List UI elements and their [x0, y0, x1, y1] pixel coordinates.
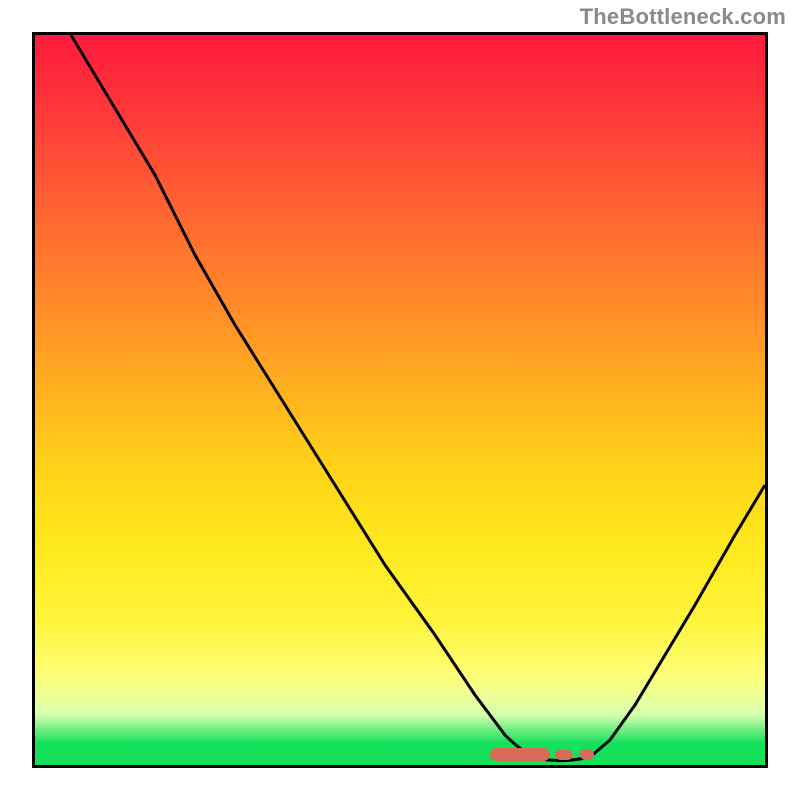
bottleneck-curve — [35, 35, 765, 765]
plot-area — [32, 32, 768, 768]
chart-frame: TheBottleneck.com — [0, 0, 800, 800]
optimal-marker-dot-2 — [580, 749, 594, 760]
optimal-marker-main — [490, 748, 550, 761]
watermark-text: TheBottleneck.com — [580, 4, 786, 30]
optimal-marker-dot-1 — [555, 750, 573, 760]
